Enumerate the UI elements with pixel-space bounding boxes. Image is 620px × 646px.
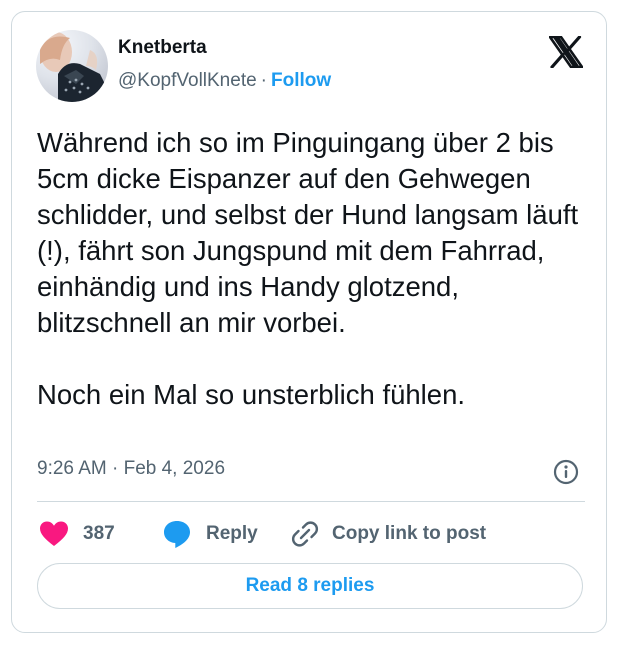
post-paragraph: Während ich so im Pinguingang über 2 bis… [37,127,579,338]
reply-label: Reply [206,523,258,544]
post-actions: 387 Reply Copy link to post [37,519,597,549]
heart-icon [40,521,68,546]
post-paragraph: Noch ein Mal so unsterblich fühlen. [37,379,466,410]
separator-dot: · [260,70,267,91]
divider [37,501,585,502]
copy-link-label: Copy link to post [332,523,487,544]
info-icon[interactable] [553,459,579,485]
like-button[interactable]: 387 [39,519,115,549]
author-handle[interactable]: @KopfVollKnete [118,70,257,91]
x-logo-icon[interactable] [548,35,584,69]
speech-bubble-icon [164,521,190,548]
like-count: 387 [83,523,115,544]
read-replies-button[interactable]: Read 8 replies [37,563,583,609]
author-name[interactable]: Knetberta [118,37,207,59]
avatar[interactable] [36,30,108,102]
author-handle-row: @KopfVollKnete · Follow [118,70,331,92]
copy-link-button[interactable]: Copy link to post [290,519,486,549]
follow-button[interactable]: Follow [271,70,331,91]
reply-button[interactable]: Reply [162,519,258,549]
post-timestamp[interactable]: 9:26 AM · Feb 4, 2026 [37,458,225,480]
post-text: Während ich so im Pinguingang über 2 bis… [37,125,589,413]
embedded-post-card: Knetberta @KopfVollKnete · Follow Während … [11,11,607,633]
link-icon [291,521,319,547]
